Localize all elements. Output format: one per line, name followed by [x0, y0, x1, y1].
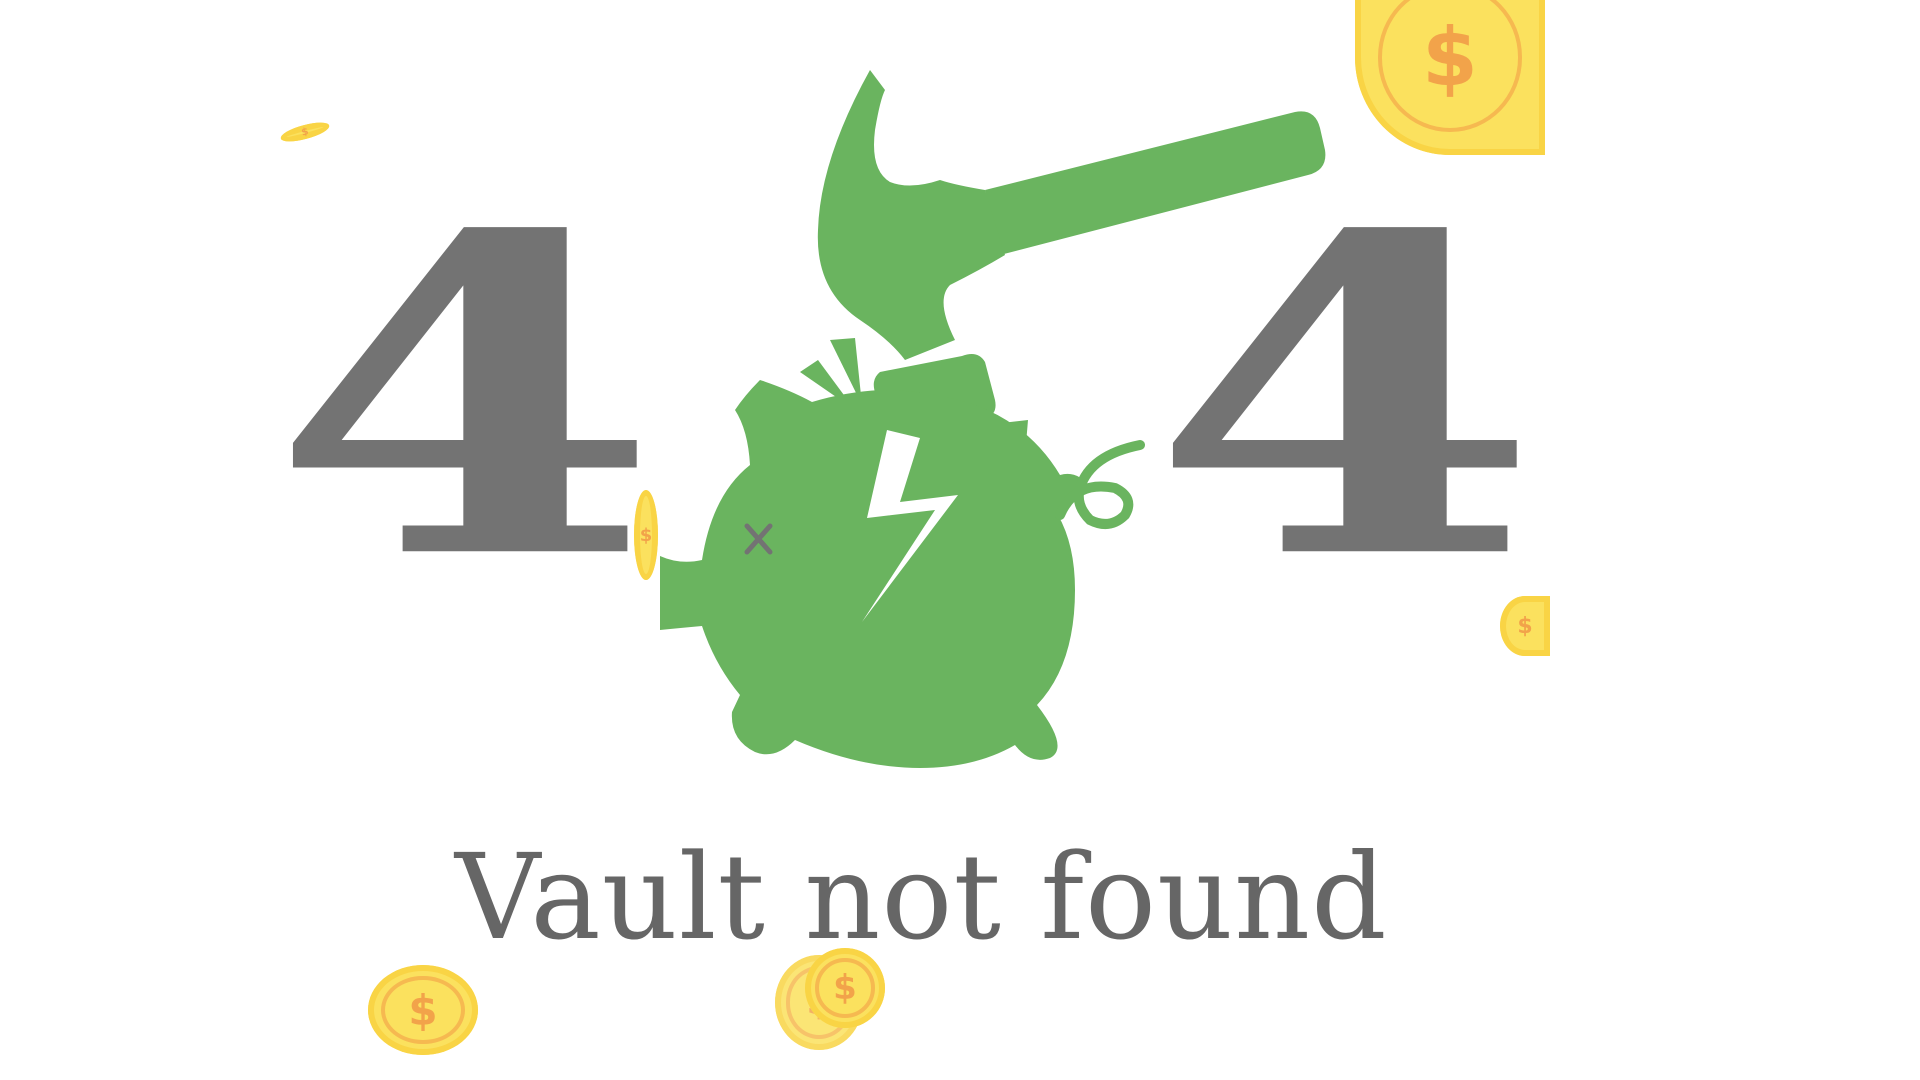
coin-icon: $	[368, 965, 478, 1055]
piggy-bank-icon	[660, 380, 1145, 768]
coin-icon: $	[1500, 596, 1550, 656]
error-message: Vault not found	[455, 828, 1388, 966]
hammer-icon	[817, 70, 1326, 438]
coin-icon: $	[634, 490, 658, 580]
not-found-page: 4 4 $ $ $ $ $ $ Vault not found	[0, 0, 1920, 1080]
